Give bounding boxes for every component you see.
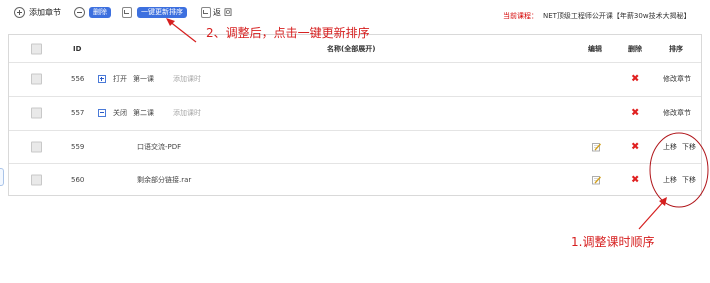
red-x-icon[interactable]: ✖ xyxy=(631,108,639,119)
table-row: 560 剩余部分链接.rar ✖ 上移 下移 xyxy=(9,163,701,196)
select-all-checkbox[interactable] xyxy=(31,43,42,54)
lesson-title: 剩余部分链接.rar xyxy=(137,175,192,184)
table-row: 556 打开 第一课 添加课时 ✖ 修改章节 xyxy=(9,62,701,97)
chapter-toggle-label[interactable]: 关闭 xyxy=(113,108,127,118)
row-id: 556 xyxy=(71,75,85,83)
row-checkbox[interactable] xyxy=(31,107,42,119)
row-id: 557 xyxy=(71,109,85,117)
annotation-step1: 1.调整课时顺序 xyxy=(571,235,655,249)
back-button[interactable]: 返回 xyxy=(201,4,235,20)
add-lesson-link[interactable]: 添加课时 xyxy=(173,74,201,84)
table-row: 559 口语交流-PDF ✖ 上移 下移 xyxy=(9,130,701,164)
move-down-link[interactable]: 下移 xyxy=(682,175,696,185)
expand-icon[interactable] xyxy=(98,75,106,83)
annotation-step2: 2、调整后，点击一键更新排序 xyxy=(206,26,370,40)
red-x-icon[interactable]: ✖ xyxy=(631,174,639,185)
row-checkbox[interactable] xyxy=(31,141,42,152)
move-down-link[interactable]: 下移 xyxy=(682,142,696,152)
row-id: 559 xyxy=(71,142,85,151)
red-x-icon[interactable]: ✖ xyxy=(631,141,639,152)
delete-button[interactable]: 删除 xyxy=(74,4,111,20)
toolbar: 添加章节 删除 一键更新排序 返回 当前课程： NET顶级工程师公开课【年薪30… xyxy=(0,0,710,26)
plus-circle-icon xyxy=(14,6,25,18)
delete-label: 删除 xyxy=(89,6,111,18)
header-sort: 排序 xyxy=(669,44,683,53)
row-id: 560 xyxy=(71,175,85,184)
add-chapter-button[interactable]: 添加章节 xyxy=(14,4,61,20)
table-row: 557 关闭 第二课 添加课时 ✖ 修改章节 xyxy=(9,96,701,131)
update-sort-button[interactable]: 一键更新排序 xyxy=(122,4,187,20)
header-name[interactable]: 名称(全部展开) xyxy=(327,44,375,54)
annotation-arrow-step1 xyxy=(638,200,665,230)
current-course-name: NET顶级工程师公开课【年薪30w技术大揭秘】 xyxy=(543,12,691,20)
annotation-arrowhead-step1 xyxy=(659,197,667,206)
header-delete: 删除 xyxy=(628,44,642,53)
move-up-link[interactable]: 上移 xyxy=(663,175,677,185)
chapter-title: 第一课 xyxy=(133,75,154,83)
minus-circle-icon xyxy=(74,6,85,18)
row-checkbox[interactable] xyxy=(31,174,42,185)
add-lesson-link[interactable]: 添加课时 xyxy=(173,108,201,118)
edit-chapter-link[interactable]: 修改章节 xyxy=(663,74,691,84)
chapter-table: ID 名称(全部展开) 编辑 删除 排序 556 打开 第一课 添加课时 ✖ 修… xyxy=(8,34,702,196)
chapter-manager-page: 添加章节 删除 一键更新排序 返回 当前课程： NET顶级工程师公开课【年薪30… xyxy=(0,0,710,283)
back-label: 返回 xyxy=(213,7,235,17)
add-chapter-label: 添加章节 xyxy=(29,7,61,17)
update-sort-label: 一键更新排序 xyxy=(137,6,187,18)
header-id: ID xyxy=(73,44,82,53)
header-edit: 编辑 xyxy=(588,44,602,53)
return-icon xyxy=(201,6,211,18)
edit-note-icon[interactable] xyxy=(592,142,601,151)
chapter-toggle-label[interactable]: 打开 xyxy=(113,74,127,84)
edit-chapter-link[interactable]: 修改章节 xyxy=(663,108,691,118)
row-checkbox[interactable] xyxy=(31,73,42,85)
move-up-link[interactable]: 上移 xyxy=(663,142,677,152)
red-x-icon[interactable]: ✖ xyxy=(631,74,639,85)
lesson-title: 口语交流-PDF xyxy=(137,142,182,151)
current-course-label: 当前课程： xyxy=(503,12,538,20)
edit-note-icon[interactable] xyxy=(592,175,601,184)
collapse-icon[interactable] xyxy=(98,109,106,117)
side-scroll-handle[interactable] xyxy=(0,168,4,186)
sort-refresh-icon xyxy=(122,6,132,18)
chapter-title: 第二课 xyxy=(133,109,154,117)
